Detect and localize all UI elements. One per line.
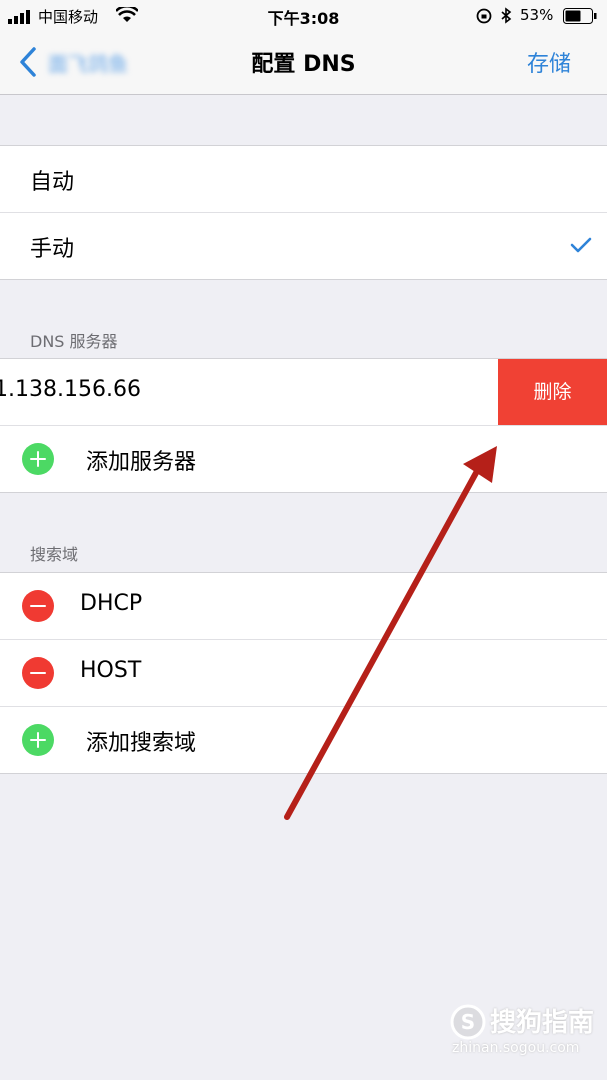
watermark-brand: 搜狗指南 <box>490 1008 595 1038</box>
sogou-logo-icon: S <box>450 1004 486 1040</box>
annotation-arrow-icon <box>284 446 497 820</box>
svg-text:S: S <box>461 1010 475 1034</box>
watermark-url: zhinan.sogou.com <box>452 1040 580 1056</box>
